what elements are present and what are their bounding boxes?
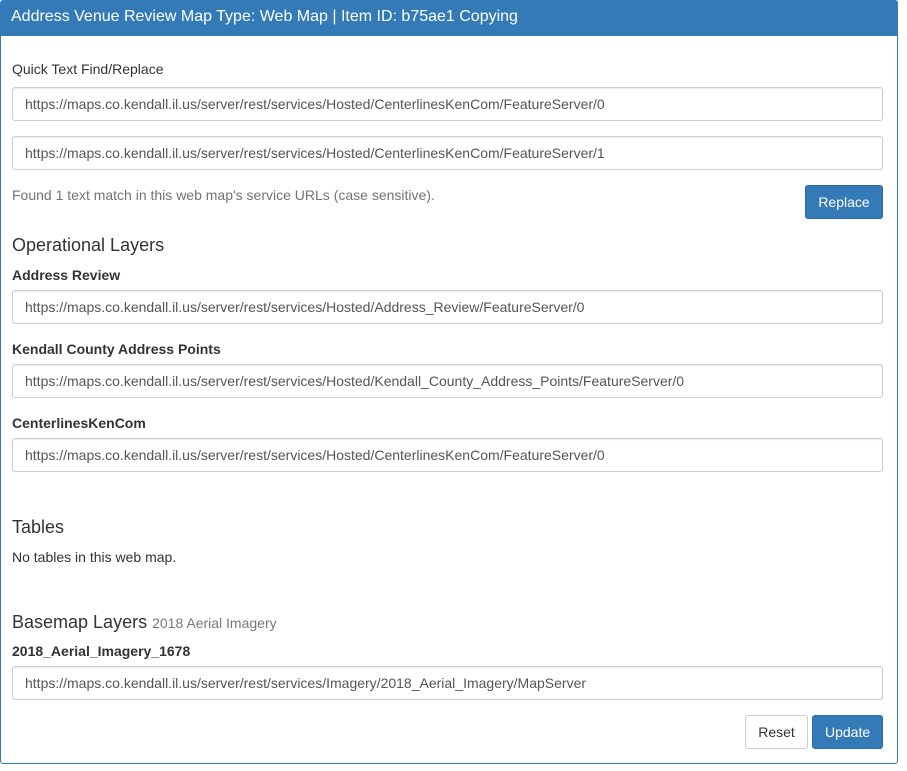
find-text-input[interactable] [12,87,883,121]
layer-title-address-points: Kendall County Address Points [12,341,221,357]
layer-url-input-address-review[interactable] [12,290,883,324]
basemap-layers-title: Basemap Layers [12,612,148,632]
layer-url-input-centerlines[interactable] [12,438,883,472]
operational-layers-heading: Operational Layers [12,235,165,255]
basemap-subtitle: 2018 Aerial Imagery [152,615,277,631]
basemap-layers-heading: Basemap Layers 2018 Aerial Imagery [12,612,277,633]
update-button[interactable]: Update [812,715,883,749]
layer-url-input-address-points[interactable] [12,364,883,398]
layer-title-centerlines: CenterlinesKenCom [12,415,146,431]
layer-title-aerial-imagery: 2018_Aerial_Imagery_1678 [12,643,191,659]
replace-button[interactable]: Replace [805,185,883,219]
item-panel: Address Venue Review Map Type: Web Map |… [0,0,898,764]
find-replace-label: Quick Text Find/Replace [12,61,164,77]
panel-title: Address Venue Review Map Type: Web Map |… [1,1,897,36]
tables-heading: Tables [12,517,65,537]
reset-button[interactable]: Reset [745,715,808,749]
layer-url-input-aerial-imagery[interactable] [12,666,883,700]
layer-title-address-review: Address Review [12,267,121,283]
replace-text-input[interactable] [12,136,883,170]
match-status-text: Found 1 text match in this web map's ser… [12,187,435,203]
no-tables-text: No tables in this web map. [12,549,177,565]
